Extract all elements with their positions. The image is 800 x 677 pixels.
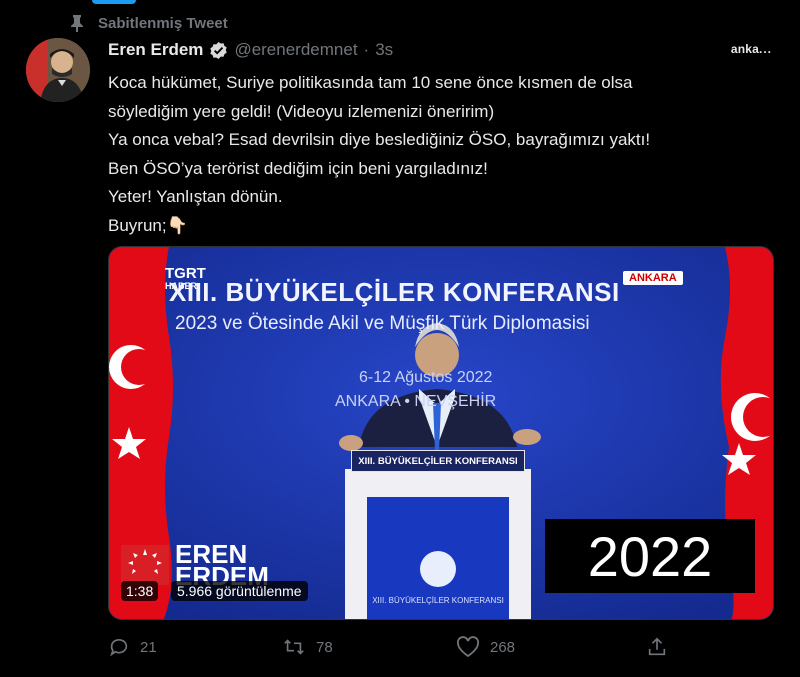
podium-panel-text: XIII. BÜYÜKELÇİLER KONFERANSI	[372, 596, 504, 605]
party-logo-icon	[121, 545, 169, 585]
like-count: 268	[490, 638, 516, 656]
tweet-line: Ben ÖSO’ya terörist dediğim için beni ya…	[108, 158, 488, 178]
conference-dates: 6-12 Ağustos 2022	[359, 369, 493, 386]
heart-icon	[456, 636, 480, 658]
tweet-header: Eren Erdem @erenerdemnet · 3s	[108, 40, 393, 60]
conference-title: XIII. BÜYÜKELÇİLER KONFERANSI	[169, 277, 620, 307]
top-accent-bar	[92, 0, 136, 4]
tweet-line: Yeter! Yanlıştan dönün.	[108, 187, 283, 206]
share-icon	[646, 636, 668, 658]
pin-icon	[70, 14, 84, 32]
tweet-line: Buyrun;👇🏻	[108, 215, 188, 235]
tweet-line: Ya onca vebal? Esad devrilsin diye besle…	[108, 130, 651, 149]
retweet-count: 78	[316, 638, 333, 656]
year-overlay: 2022	[545, 519, 755, 593]
source-logo: anka...	[731, 42, 772, 56]
pinned-text: Sabitlenmiş Tweet	[98, 14, 228, 32]
retweet-button[interactable]: 78	[282, 636, 333, 658]
separator-dot: ·	[363, 40, 370, 59]
conference-location: ANKARA • NEVŞEHİR	[335, 393, 497, 410]
podium-label: XIII. BÜYÜKELÇİLER KONFERANSI	[351, 450, 525, 472]
reply-count: 21	[140, 638, 157, 656]
action-bar: 21 78 268	[108, 636, 668, 666]
like-button[interactable]: 268	[456, 636, 515, 658]
author-handle[interactable]: @erenerdemnet	[234, 40, 357, 60]
conference-subtitle: 2023 ve Ötesinde Akil ve Müşfik Türk Dip…	[175, 313, 590, 334]
tweet-time[interactable]: 3s	[375, 40, 393, 60]
location-badge: ANKARA	[623, 271, 683, 285]
retweet-icon	[282, 636, 306, 658]
source-logo-text: anka	[730, 42, 759, 56]
avatar[interactable]	[26, 38, 90, 102]
reply-button[interactable]: 21	[108, 636, 157, 658]
source-logo-dots: ...	[758, 42, 772, 56]
video-duration: 1:38	[121, 581, 159, 601]
tweet-line: Koca hükümet, Suriye politikasında tam 1…	[108, 73, 633, 92]
verified-badge-icon	[209, 41, 228, 60]
pinned-tweet-label: Sabitlenmiş Tweet	[70, 14, 228, 32]
tweet-text: Koca hükümet, Suriye politikasında tam 1…	[108, 69, 768, 240]
video-player[interactable]: XIII. BÜYÜKELÇİLER KONFERANSI TGRT HABER…	[108, 246, 774, 620]
video-views: 5.966 görüntülenme	[171, 581, 308, 601]
tweet-line: söylediğim yere geldi! (Videoyu izlemeni…	[108, 101, 495, 121]
share-button[interactable]	[646, 636, 668, 658]
reply-icon	[108, 636, 130, 658]
author-name[interactable]: Eren Erdem	[108, 40, 203, 60]
